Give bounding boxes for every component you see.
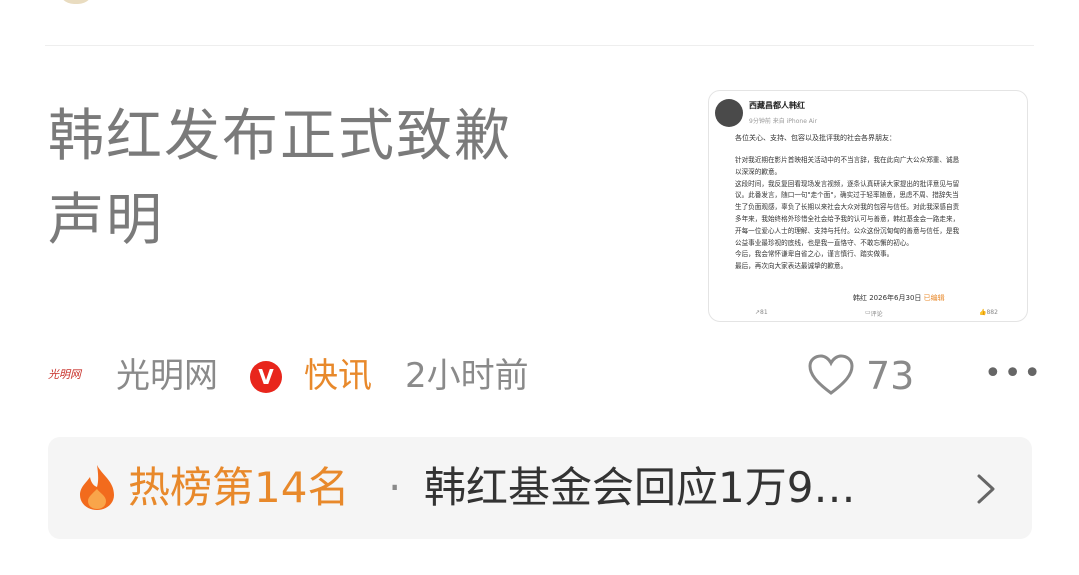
thumbnail-body-line: 公益事业最珍视的底线，也是我一直恪守、不敢忘懈的初心。 <box>735 238 914 247</box>
more-icon[interactable]: ••• <box>984 352 1043 396</box>
author-avatar[interactable] <box>58 0 94 4</box>
thumbnail-like: 👍 882 <box>979 309 998 316</box>
thumbnail-avatar <box>715 99 743 127</box>
thumbnail-repost: ↗ 81 <box>755 309 768 316</box>
divider <box>45 45 1034 46</box>
article-meta-row: 光明网 光明网 V 快讯 2小时前 73 ••• <box>48 352 1041 400</box>
headline-line-2: 声明 <box>48 188 164 253</box>
thumbnail-comment: ▭ 评论 <box>865 309 883 318</box>
category-tag: 快讯 <box>304 356 372 396</box>
thumbnail-repost-count: 81 <box>760 309 768 316</box>
chevron-right-icon[interactable] <box>974 471 998 507</box>
hot-list-bar[interactable]: 热榜第14名 · 韩红基金会回应1万9… <box>48 437 1032 539</box>
thumbnail-like-count: 882 <box>986 309 998 316</box>
thumbnail-body-line: 以深深的歉意。 <box>735 167 782 176</box>
publish-time: 2小时前 <box>405 356 529 396</box>
thumbnail-body-line: 最后，再次向大家表达最诚挚的歉意。 <box>735 262 848 271</box>
flame-icon <box>80 465 114 510</box>
thumbnail-actions: ↗ 81 ▭ 评论 👍 882 <box>709 309 1027 321</box>
thumbnail-body: 针对我近期在影片首映相关活动中的不当言辞，我在此向广大公众郑重、诚恳 以深深的歉… <box>735 155 1027 273</box>
thumbnail-body-line: 多年来，我始终格外珍惜全社会给予我的认可与善意，韩红基金会一路走来， <box>735 214 960 223</box>
hot-rank-label: 热榜第14名 <box>128 463 350 512</box>
thumbnail-body-line: 生了负面观感，辜负了长期以来社会大众对我的包容与信任。对此我深感自责 <box>735 203 960 212</box>
thumbnail-body-line: 这段时间，我反复回看现场发言视频，逐条认真研读大家提出的批评意见与留 <box>735 179 960 188</box>
thumbnail-signature-text: 韩红 2026年6月30日 <box>853 294 922 302</box>
thumbnail-edited-label: 已编辑 <box>923 294 945 302</box>
article-thumbnail[interactable]: 西藏昌都人韩红 9分钟前 来自 iPhone Air 各位关心、支持、包容以及批… <box>708 90 1028 322</box>
separator: · <box>388 463 402 512</box>
thumbnail-signature: 韩红 2026年6月30日 已编辑 <box>853 293 945 303</box>
hot-topic-title: 韩红基金会回应1万9… <box>424 463 856 512</box>
source-name[interactable]: 光明网 <box>116 352 218 400</box>
heart-icon[interactable] <box>808 354 854 396</box>
verified-icon: V <box>250 361 282 393</box>
thumbnail-comment-label: 评论 <box>870 311 883 318</box>
like-count: 73 <box>866 354 915 398</box>
thumbnail-body-line: 开每一位爱心人士的理解、支持与托付。公众这份沉甸甸的善意与信任，是我 <box>735 226 960 235</box>
thumbnail-body-line: 针对我近期在影片首映相关活动中的不当言辞，我在此向广大公众郑重、诚恳 <box>735 156 960 164</box>
thumbnail-post-meta: 9分钟前 来自 iPhone Air <box>749 118 818 125</box>
thumbnail-account-name: 西藏昌都人韩红 <box>749 101 805 110</box>
thumbnail-body-line: 议。此番发言，随口一句"走个面"，确实过于轻率随意，思虑不周、措辞失当 <box>735 191 959 200</box>
headline-line-1: 韩红发布正式致歉 <box>48 104 512 169</box>
thumbnail-body-line: 今后，我会常怀谦卑自省之心，谨言慎行、踏实做事。 <box>735 250 894 259</box>
article-headline[interactable]: 韩红发布正式致歉 声明 <box>48 95 608 263</box>
thumbnail-greeting: 各位关心、支持、包容以及批评我的社会各界朋友： <box>735 134 896 142</box>
source-logo: 光明网 <box>48 368 81 381</box>
